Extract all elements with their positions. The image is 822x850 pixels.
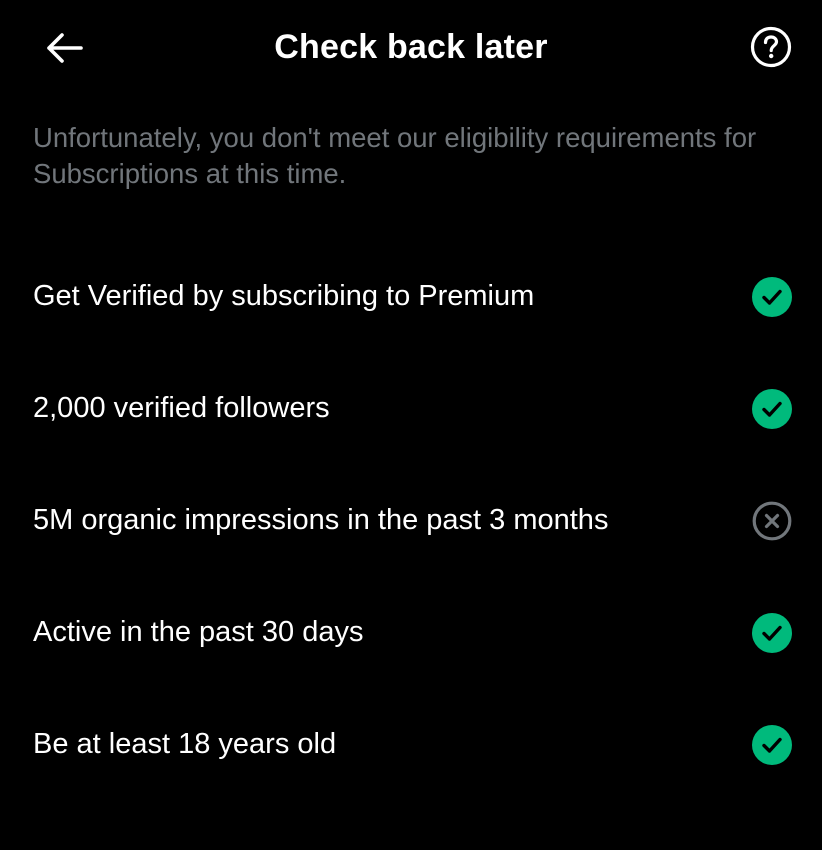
- requirement-row: Active in the past 30 days: [0, 576, 822, 688]
- requirement-row: 2,000 verified followers: [0, 352, 822, 464]
- requirement-label: 5M organic impressions in the past 3 mon…: [33, 504, 609, 536]
- requirement-row: Get Verified by subscribing to Premium: [0, 240, 822, 352]
- help-button[interactable]: [746, 26, 796, 72]
- check-circle-icon: [752, 277, 792, 317]
- requirement-label: Active in the past 30 days: [33, 616, 364, 648]
- requirement-label: Be at least 18 years old: [33, 728, 337, 760]
- requirements-list: Get Verified by subscribing to Premium 2…: [0, 240, 822, 800]
- requirement-row: 5M organic impressions in the past 3 mon…: [0, 464, 822, 576]
- check-circle-icon: [752, 725, 792, 765]
- requirement-label: Get Verified by subscribing to Premium: [33, 280, 535, 312]
- x-circle-icon: [752, 501, 792, 541]
- page-title: Check back later: [274, 28, 548, 66]
- top-bar: Check back later: [0, 0, 822, 100]
- requirement-label: 2,000 verified followers: [33, 392, 330, 424]
- question-circle-icon: [750, 26, 792, 73]
- check-circle-icon: [752, 613, 792, 653]
- eligibility-message: Unfortunately, you don't meet our eligib…: [33, 122, 757, 189]
- check-circle-icon: [752, 389, 792, 429]
- requirement-row: Be at least 18 years old: [0, 688, 822, 800]
